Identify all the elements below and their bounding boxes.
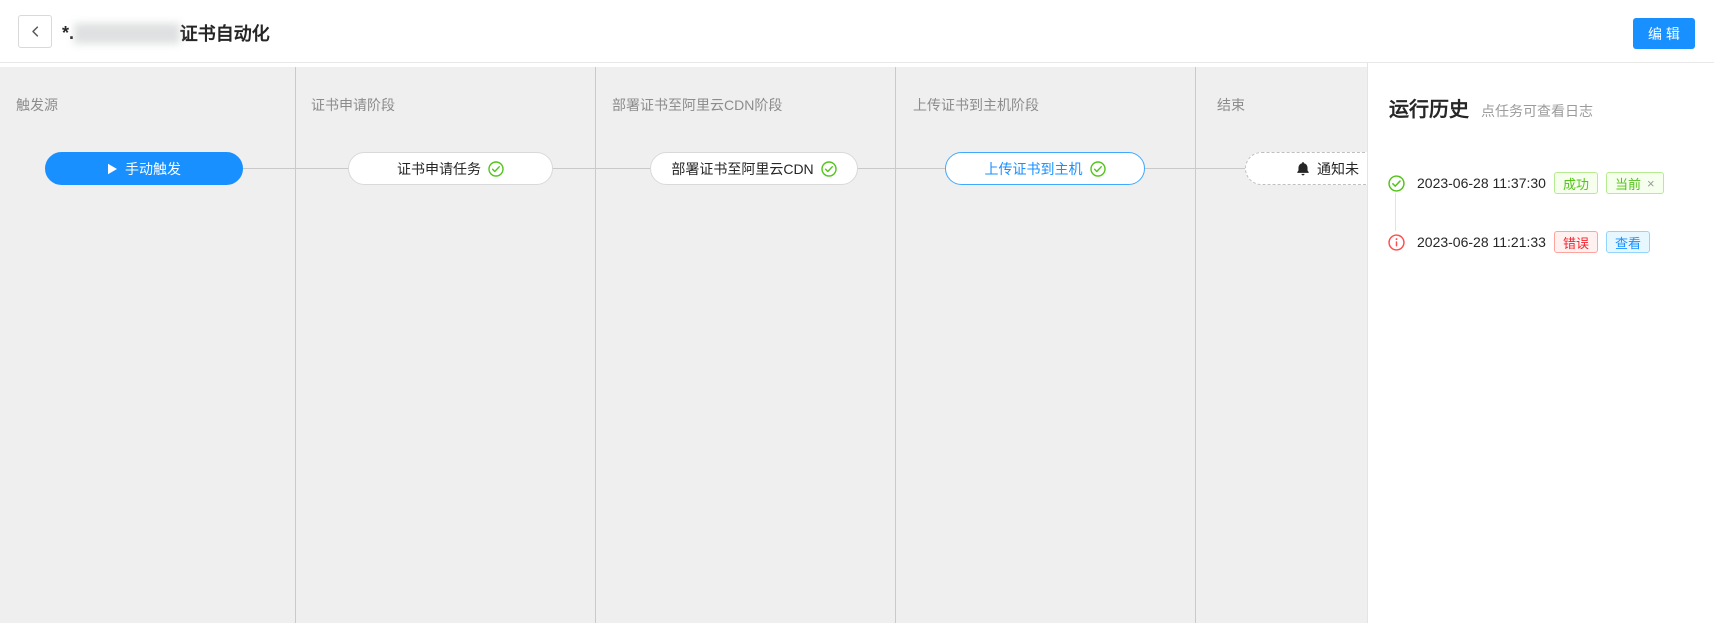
back-button[interactable] xyxy=(18,15,52,48)
chevron-left-icon xyxy=(28,24,43,39)
run-timestamp: 2023-06-28 11:21:33 xyxy=(1417,234,1546,250)
check-circle-icon xyxy=(1388,175,1405,192)
page-title: *. █████████ 证书自动化 xyxy=(62,20,270,46)
node-cert-apply-task[interactable]: 证书申请任务 xyxy=(348,152,553,185)
run-entry-success: 2023-06-28 11:37:30 成功 当前 × xyxy=(1388,172,1664,194)
node-label: 通知未 xyxy=(1317,159,1359,179)
current-run-label: 当前 xyxy=(1615,174,1641,193)
panel-title: 运行历史 xyxy=(1389,93,1469,122)
run-entry-error: 2023-06-28 11:21:33 错误 查看 xyxy=(1388,231,1650,253)
node-label: 上传证书到主机 xyxy=(985,159,1083,179)
edit-button[interactable]: 编 辑 xyxy=(1633,18,1695,49)
stage-label-cdn: 部署证书至阿里云CDN阶段 xyxy=(612,95,782,115)
timeline-connector xyxy=(1395,193,1396,231)
node-deploy-cdn-task[interactable]: 部署证书至阿里云CDN xyxy=(650,152,858,185)
panel-subtitle: 点任务可查看日志 xyxy=(1481,101,1593,121)
check-circle-icon xyxy=(821,161,837,177)
view-log-button[interactable]: 查看 xyxy=(1606,231,1650,253)
certificate-automation-page: *. █████████ 证书自动化 编 辑 触发源 证书申请阶段 部署证书至阿… xyxy=(0,0,1714,623)
status-badge-success: 成功 xyxy=(1554,172,1598,194)
status-badge-error: 错误 xyxy=(1554,231,1598,253)
panel-header: 运行历史 点任务可查看日志 xyxy=(1389,93,1593,122)
title-suffix: 证书自动化 xyxy=(180,20,270,46)
column-divider xyxy=(295,67,296,623)
check-circle-icon xyxy=(488,161,504,177)
page-header: *. █████████ 证书自动化 编 辑 xyxy=(0,0,1714,63)
close-icon[interactable]: × xyxy=(1647,176,1655,191)
node-label: 手动触发 xyxy=(125,159,181,179)
stage-label-host: 上传证书到主机阶段 xyxy=(913,95,1039,115)
column-divider xyxy=(895,67,896,623)
run-timestamp: 2023-06-28 11:37:30 xyxy=(1417,175,1546,191)
current-run-tag: 当前 × xyxy=(1606,172,1664,194)
bell-icon xyxy=(1296,161,1310,176)
info-circle-icon xyxy=(1388,234,1405,251)
run-history-panel: 运行历史 点任务可查看日志 2023-06-28 11:37:30 成功 当前 … xyxy=(1367,63,1714,623)
title-prefix: *. xyxy=(62,23,74,44)
column-divider xyxy=(1195,67,1196,623)
node-label: 证书申请任务 xyxy=(397,159,481,179)
title-redacted-text: █████████ xyxy=(74,23,180,44)
stage-label-apply: 证书申请阶段 xyxy=(311,95,395,115)
node-label: 部署证书至阿里云CDN xyxy=(671,159,813,179)
play-icon xyxy=(107,163,118,175)
stage-label-end: 结束 xyxy=(1217,95,1245,115)
column-divider xyxy=(595,67,596,623)
check-circle-icon xyxy=(1090,161,1106,177)
node-upload-host-task[interactable]: 上传证书到主机 xyxy=(945,152,1145,185)
stage-label-trigger: 触发源 xyxy=(16,95,58,115)
node-manual-trigger[interactable]: 手动触发 xyxy=(45,152,243,185)
